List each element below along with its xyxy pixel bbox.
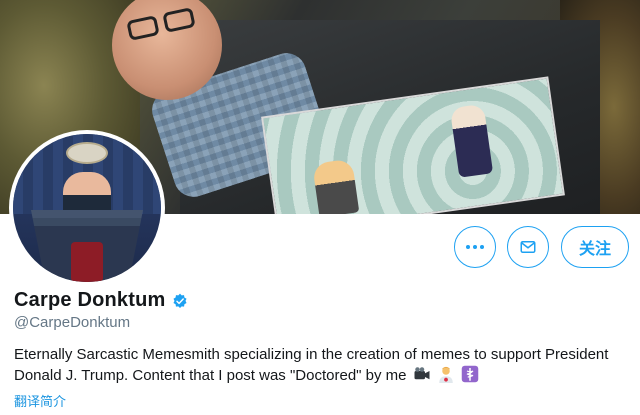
profile-name: Carpe Donktum [14,289,166,311]
follow-button-label: 关注 [578,241,611,258]
profile-handle: @CarpeDonktum [14,314,131,331]
more-dots-icon [466,245,484,249]
avatar-seal [66,142,108,164]
more-options-button[interactable] [454,226,496,268]
follow-button[interactable]: 关注 [561,226,629,268]
video-camera-icon [414,367,430,380]
message-button[interactable] [507,226,549,268]
medical-symbol-icon [461,365,479,383]
verified-badge-icon [172,293,187,308]
cartoon-figure [449,103,494,178]
profile-bio: Eternally Sarcastic Memesmith specializi… [14,345,626,386]
cartoon-figure-2 [312,158,360,214]
avatar-podium-front [71,242,103,282]
translate-bio-link[interactable]: 翻译简介 [14,391,66,410]
profile-name-row: Carpe Donktum [14,289,188,312]
avatar-frame[interactable] [9,130,165,286]
profile-bio-text: Eternally Sarcastic Memesmith specializi… [14,346,609,384]
man-health-worker-icon [439,366,453,383]
envelope-icon [520,241,536,253]
avatar[interactable] [13,134,161,282]
